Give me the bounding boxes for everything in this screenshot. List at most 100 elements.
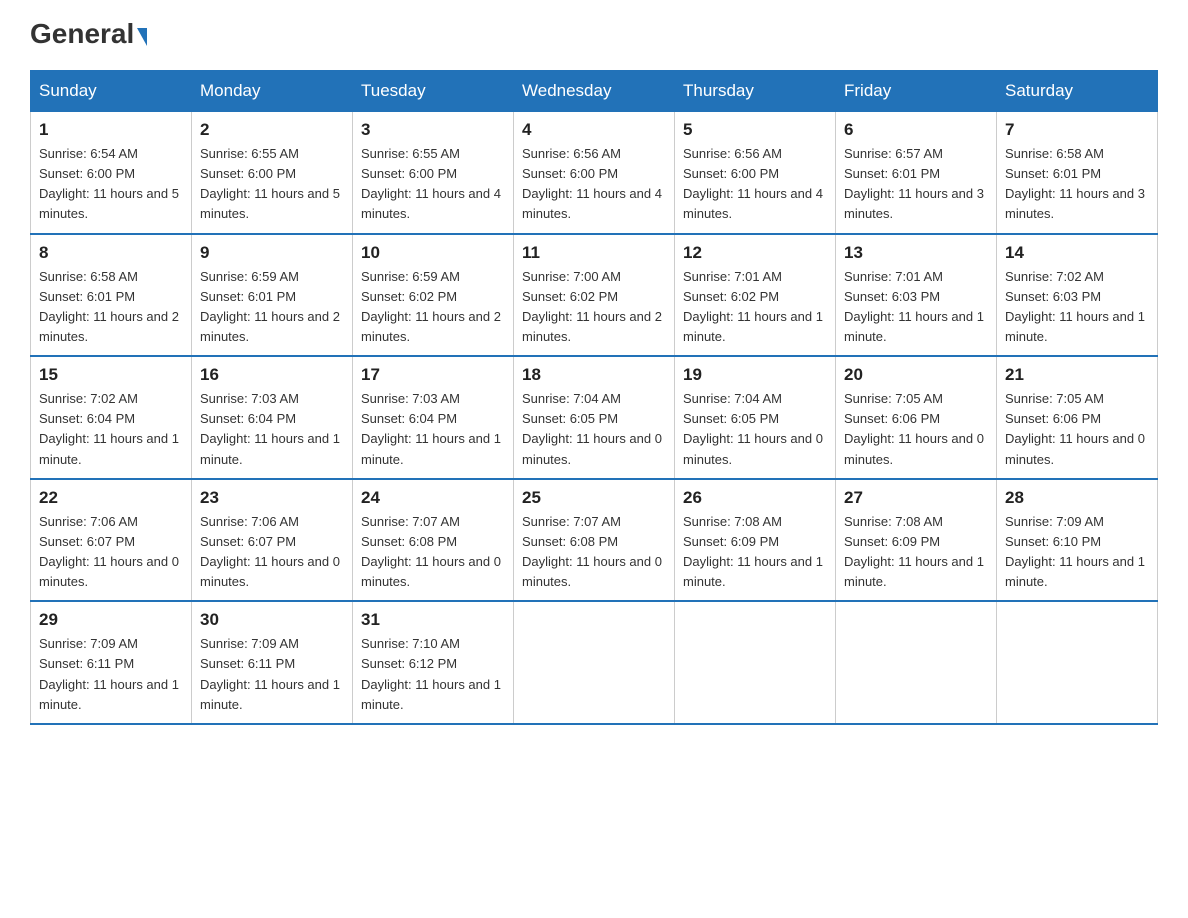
day-number: 2 [200,120,344,140]
day-info: Sunrise: 7:04 AMSunset: 6:05 PMDaylight:… [522,389,666,470]
day-number: 24 [361,488,505,508]
day-cell-23: 23 Sunrise: 7:06 AMSunset: 6:07 PMDayligh… [192,479,353,602]
day-number: 16 [200,365,344,385]
day-number: 1 [39,120,183,140]
day-info: Sunrise: 7:01 AMSunset: 6:02 PMDaylight:… [683,267,827,348]
day-cell-24: 24 Sunrise: 7:07 AMSunset: 6:08 PMDayligh… [353,479,514,602]
day-info: Sunrise: 7:10 AMSunset: 6:12 PMDaylight:… [361,634,505,715]
day-info: Sunrise: 7:09 AMSunset: 6:11 PMDaylight:… [200,634,344,715]
day-cell-20: 20 Sunrise: 7:05 AMSunset: 6:06 PMDayligh… [836,356,997,479]
week-row-2: 8 Sunrise: 6:58 AMSunset: 6:01 PMDaylight… [31,234,1158,357]
day-info: Sunrise: 6:59 AMSunset: 6:01 PMDaylight:… [200,267,344,348]
day-number: 27 [844,488,988,508]
day-info: Sunrise: 6:55 AMSunset: 6:00 PMDaylight:… [200,144,344,225]
day-cell-1: 1 Sunrise: 6:54 AMSunset: 6:00 PMDaylight… [31,112,192,234]
day-number: 6 [844,120,988,140]
day-cell-5: 5 Sunrise: 6:56 AMSunset: 6:00 PMDaylight… [675,112,836,234]
day-cell-30: 30Sunrise: 7:09 AMSunset: 6:11 PMDayligh… [192,601,353,724]
day-number: 11 [522,243,666,263]
day-info: Sunrise: 7:05 AMSunset: 6:06 PMDaylight:… [1005,389,1149,470]
day-cell-8: 8 Sunrise: 6:58 AMSunset: 6:01 PMDaylight… [31,234,192,357]
day-info: Sunrise: 7:03 AMSunset: 6:04 PMDaylight:… [361,389,505,470]
header-monday: Monday [192,71,353,112]
day-cell-11: 11 Sunrise: 7:00 AMSunset: 6:02 PMDayligh… [514,234,675,357]
day-number: 26 [683,488,827,508]
day-cell-25: 25 Sunrise: 7:07 AMSunset: 6:08 PMDayligh… [514,479,675,602]
day-number: 20 [844,365,988,385]
day-number: 18 [522,365,666,385]
day-cell-15: 15 Sunrise: 7:02 AMSunset: 6:04 PMDayligh… [31,356,192,479]
day-info: Sunrise: 6:57 AMSunset: 6:01 PMDaylight:… [844,144,988,225]
day-number: 3 [361,120,505,140]
day-info: Sunrise: 7:01 AMSunset: 6:03 PMDaylight:… [844,267,988,348]
day-info: Sunrise: 6:55 AMSunset: 6:00 PMDaylight:… [361,144,505,225]
day-cell-14: 14 Sunrise: 7:02 AMSunset: 6:03 PMDayligh… [997,234,1158,357]
day-number: 12 [683,243,827,263]
day-cell-16: 16 Sunrise: 7:03 AMSunset: 6:04 PMDayligh… [192,356,353,479]
day-number: 29 [39,610,183,630]
day-number: 22 [39,488,183,508]
day-info: Sunrise: 6:59 AMSunset: 6:02 PMDaylight:… [361,267,505,348]
day-cell-19: 19 Sunrise: 7:04 AMSunset: 6:05 PMDayligh… [675,356,836,479]
day-cell-28: 28Sunrise: 7:09 AMSunset: 6:10 PMDayligh… [997,479,1158,602]
day-number: 7 [1005,120,1149,140]
day-info: Sunrise: 7:07 AMSunset: 6:08 PMDaylight:… [522,512,666,593]
day-cell-7: 7Sunrise: 6:58 AMSunset: 6:01 PMDaylight… [997,112,1158,234]
day-info: Sunrise: 6:58 AMSunset: 6:01 PMDaylight:… [39,267,183,348]
day-cell-9: 9 Sunrise: 6:59 AMSunset: 6:01 PMDaylight… [192,234,353,357]
day-info: Sunrise: 7:07 AMSunset: 6:08 PMDaylight:… [361,512,505,593]
header-wednesday: Wednesday [514,71,675,112]
day-cell-2: 2 Sunrise: 6:55 AMSunset: 6:00 PMDaylight… [192,112,353,234]
day-number: 19 [683,365,827,385]
day-info: Sunrise: 6:54 AMSunset: 6:00 PMDaylight:… [39,144,183,225]
header-saturday: Saturday [997,71,1158,112]
week-row-5: 29 Sunrise: 7:09 AMSunset: 6:11 PMDayligh… [31,601,1158,724]
day-cell-31: 31 Sunrise: 7:10 AMSunset: 6:12 PMDayligh… [353,601,514,724]
day-cell-21: 21 Sunrise: 7:05 AMSunset: 6:06 PMDayligh… [997,356,1158,479]
day-number: 28 [1005,488,1149,508]
empty-cell [514,601,675,724]
day-number: 14 [1005,243,1149,263]
header-friday: Friday [836,71,997,112]
day-cell-17: 17 Sunrise: 7:03 AMSunset: 6:04 PMDayligh… [353,356,514,479]
day-cell-13: 13 Sunrise: 7:01 AMSunset: 6:03 PMDayligh… [836,234,997,357]
day-cell-3: 3 Sunrise: 6:55 AMSunset: 6:00 PMDaylight… [353,112,514,234]
day-info: Sunrise: 7:06 AMSunset: 6:07 PMDaylight:… [39,512,183,593]
day-number: 25 [522,488,666,508]
day-info: Sunrise: 7:00 AMSunset: 6:02 PMDaylight:… [522,267,666,348]
day-info: Sunrise: 7:06 AMSunset: 6:07 PMDaylight:… [200,512,344,593]
day-info: Sunrise: 7:09 AMSunset: 6:11 PMDaylight:… [39,634,183,715]
day-number: 10 [361,243,505,263]
day-number: 9 [200,243,344,263]
logo-general: General [30,18,134,49]
day-info: Sunrise: 7:05 AMSunset: 6:06 PMDaylight:… [844,389,988,470]
day-cell-26: 26Sunrise: 7:08 AMSunset: 6:09 PMDayligh… [675,479,836,602]
day-cell-18: 18 Sunrise: 7:04 AMSunset: 6:05 PMDayligh… [514,356,675,479]
day-info: Sunrise: 7:02 AMSunset: 6:03 PMDaylight:… [1005,267,1149,348]
day-number: 8 [39,243,183,263]
day-info: Sunrise: 7:02 AMSunset: 6:04 PMDaylight:… [39,389,183,470]
day-info: Sunrise: 7:04 AMSunset: 6:05 PMDaylight:… [683,389,827,470]
day-info: Sunrise: 6:56 AMSunset: 6:00 PMDaylight:… [522,144,666,225]
day-cell-29: 29 Sunrise: 7:09 AMSunset: 6:11 PMDayligh… [31,601,192,724]
week-row-4: 22 Sunrise: 7:06 AMSunset: 6:07 PMDayligh… [31,479,1158,602]
day-info: Sunrise: 7:03 AMSunset: 6:04 PMDaylight:… [200,389,344,470]
day-cell-6: 6 Sunrise: 6:57 AMSunset: 6:01 PMDaylight… [836,112,997,234]
day-number: 15 [39,365,183,385]
day-cell-10: 10 Sunrise: 6:59 AMSunset: 6:02 PMDayligh… [353,234,514,357]
week-row-3: 15 Sunrise: 7:02 AMSunset: 6:04 PMDayligh… [31,356,1158,479]
day-number: 21 [1005,365,1149,385]
empty-cell [997,601,1158,724]
day-number: 5 [683,120,827,140]
day-info: Sunrise: 6:56 AMSunset: 6:00 PMDaylight:… [683,144,827,225]
day-number: 23 [200,488,344,508]
calendar-table: SundayMondayTuesdayWednesdayThursdayFrid… [30,70,1158,725]
day-number: 17 [361,365,505,385]
header-thursday: Thursday [675,71,836,112]
logo: General [30,20,147,50]
day-number: 13 [844,243,988,263]
calendar-header-row: SundayMondayTuesdayWednesdayThursdayFrid… [31,71,1158,112]
day-number: 4 [522,120,666,140]
day-number: 31 [361,610,505,630]
day-cell-4: 4 Sunrise: 6:56 AMSunset: 6:00 PMDaylight… [514,112,675,234]
